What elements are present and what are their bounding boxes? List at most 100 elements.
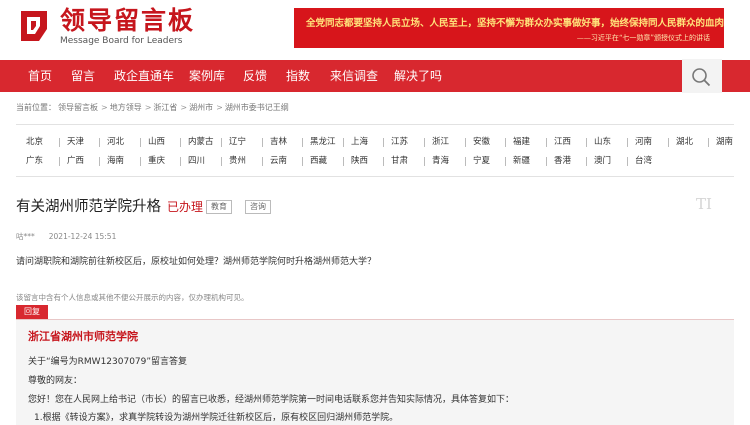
province-separator [505,157,506,166]
province-separator [424,157,425,166]
province-link[interactable]: 贵州 [229,155,246,167]
province-link[interactable]: 陕西 [351,155,368,167]
logo-subtitle: Message Board for Leaders [60,36,183,46]
province-separator [343,138,344,147]
province-separator [140,138,141,147]
nav-item-message[interactable]: 留言 [71,60,95,92]
province-link[interactable]: 新疆 [513,155,530,167]
province-separator [383,138,384,147]
province-separator [708,138,709,147]
province-separator [586,157,587,166]
divider [16,176,734,177]
province-link[interactable]: 黑龙江 [310,136,336,148]
province-link[interactable]: 北京 [26,136,43,148]
province-separator [262,138,263,147]
banner-quote: 全党同志都要坚持人民立场、人民至上，坚持不懈为群众办实事做好事，始终保持同人民群… [306,18,724,29]
province-link[interactable]: 重庆 [148,155,165,167]
province-separator [424,138,425,147]
province-link[interactable]: 广西 [67,155,84,167]
province-separator [59,157,60,166]
logo-mark-icon[interactable] [17,9,51,43]
post-date: 2021-12-24 15:51 [48,232,117,241]
breadcrumb-separator: > [180,103,188,112]
breadcrumb-separator: > [101,103,108,112]
province-separator [302,138,303,147]
province-separator [343,157,344,166]
province-separator [180,157,181,166]
province-link[interactable]: 上海 [351,136,368,148]
nav-item-index[interactable]: 指数 [286,60,310,92]
province-link[interactable]: 河北 [107,136,124,148]
province-link[interactable]: 吉林 [270,136,287,148]
province-separator [59,138,60,147]
breadcrumb-item[interactable]: 领导留言板 [58,103,98,112]
province-link[interactable]: 青海 [432,155,449,167]
search-button[interactable] [682,59,722,93]
province-separator [262,157,263,166]
province-link[interactable]: 江西 [554,136,571,148]
divider [16,124,734,125]
province-link[interactable]: 四川 [188,155,205,167]
province-separator [465,138,466,147]
breadcrumb-item[interactable]: 湖州市委书记王纲 [225,103,289,112]
province-separator [383,157,384,166]
province-link[interactable]: 湖北 [676,136,693,148]
slogan-banner: 全党同志都要坚持人民立场、人民至上，坚持不懈为群众办实事做好事，始终保持同人民群… [294,8,724,48]
reply-paragraph: 您好！您在人民网上给书记（市长）的留言已收悉，经湖州师范学院第一时间电话联系您并… [28,395,515,405]
nav-item-home[interactable]: 首页 [28,60,52,92]
banner-attribution: ——习近平在“七一勋章”颁授仪式上的讲话 [576,34,710,42]
breadcrumb: 当前位置： 领导留言板 > 地方领导 > 浙江省 > 湖州市 > 湖州市委书记王纲 [16,102,291,113]
tag-consult[interactable]: 咨询 [245,200,271,214]
reply-organization: 浙江省湖州市师范学院 [28,330,138,343]
reply-paragraph: 尊敬的网友： [28,376,83,386]
breadcrumb-separator: > [144,103,152,112]
province-link[interactable]: 澳门 [594,155,611,167]
reply-paragraph: 1.根据《转设方案》，求真学院转设为湖州学院迁往新校区后，原有校区回归湖州师范学… [34,413,399,423]
province-separator [546,157,547,166]
province-link[interactable]: 云南 [270,155,287,167]
province-link[interactable]: 福建 [513,136,530,148]
tag-education[interactable]: 教育 [206,200,232,214]
province-link[interactable]: 香港 [554,155,571,167]
nav-item-feedback[interactable]: 反馈 [243,60,267,92]
province-link[interactable]: 安徽 [473,136,490,148]
province-link[interactable]: 辽宁 [229,136,246,148]
province-separator [627,157,628,166]
province-separator [180,138,181,147]
province-link[interactable]: 内蒙古 [188,136,214,148]
breadcrumb-separator: > [216,103,223,112]
province-link[interactable]: 湖南 [716,136,733,148]
province-link[interactable]: 甘肃 [391,155,408,167]
province-separator [99,138,100,147]
nav-item-cases[interactable]: 案例库 [189,60,225,92]
province-separator [465,157,466,166]
breadcrumb-prefix: 当前位置： [16,103,56,112]
province-link[interactable]: 海南 [107,155,124,167]
reply-tab[interactable]: 回复 [16,305,48,319]
province-link[interactable]: 宁夏 [473,155,490,167]
province-link[interactable]: 台湾 [635,155,652,167]
province-link[interactable]: 广东 [26,155,43,167]
province-link[interactable]: 天津 [67,136,84,148]
province-link[interactable]: 山西 [148,136,165,148]
province-link[interactable]: 西藏 [310,155,327,167]
province-link[interactable]: 河南 [635,136,652,148]
watermark-mark: TI [696,195,712,213]
privacy-notice: 该留言中含有个人信息或其他不便公开展示的内容，仅办理机构可见。 [16,293,249,302]
article-title: 有关湖州师范学院升格 [16,199,161,215]
province-link[interactable]: 江苏 [391,136,408,148]
author-name: 咕*** [16,232,35,241]
logo-title[interactable]: 领导留言板 [60,6,195,36]
breadcrumb-item[interactable]: 地方领导 [110,103,142,112]
nav-item-enterprise[interactable]: 政企直通车 [114,60,174,92]
province-separator [140,157,141,166]
province-link[interactable]: 山东 [594,136,611,148]
nav-item-resolved[interactable]: 解决了吗 [394,60,442,92]
nav-item-survey[interactable]: 来信调查 [330,60,378,92]
breadcrumb-item[interactable]: 湖州市 [189,103,213,112]
province-separator [627,138,628,147]
status-badge: 已办理 [167,200,204,214]
question-text: 请问湖职院和湖院前往新校区后，原校址如何处理？湖州师范学院何时升格湖州师范大学？ [16,257,377,267]
breadcrumb-item[interactable]: 浙江省 [153,103,177,112]
province-link[interactable]: 浙江 [432,136,449,148]
